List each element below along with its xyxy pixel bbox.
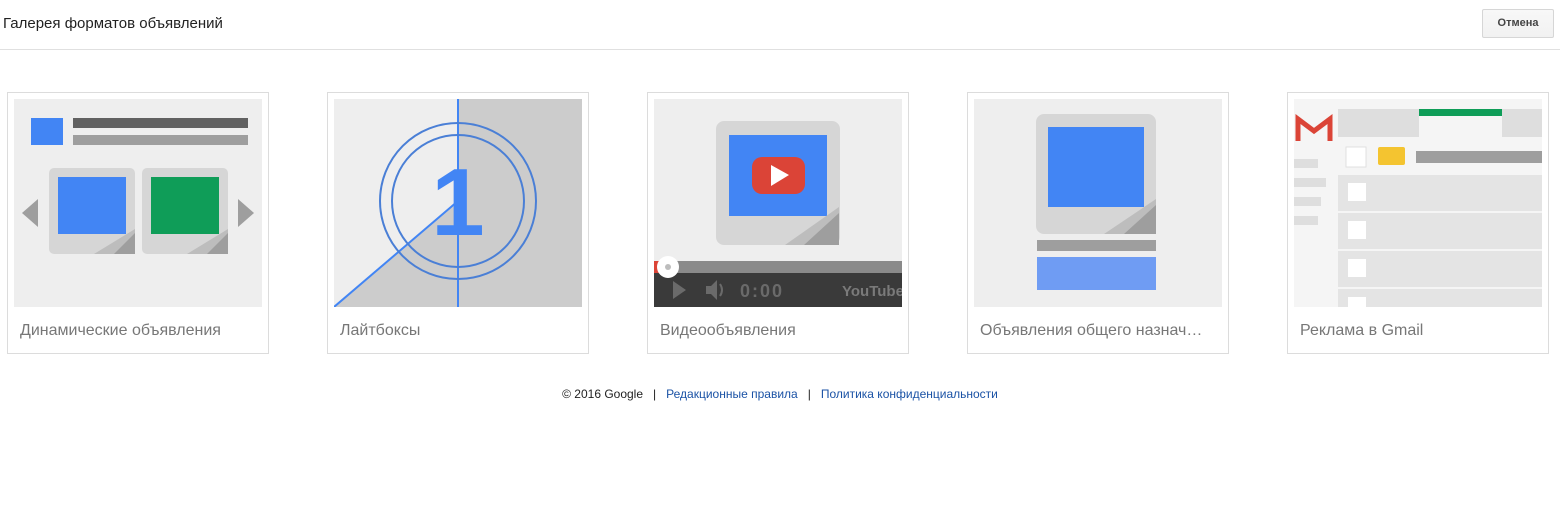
general-ads-illustration bbox=[974, 99, 1222, 307]
card-dynamic-ads[interactable]: Динамические объявления bbox=[7, 92, 269, 354]
card-video-ads[interactable]: 0:00 YouTube Видеообъявления bbox=[647, 92, 909, 354]
gmail-ads-illustration bbox=[1294, 99, 1542, 307]
card-label: Реклама в Gmail bbox=[1300, 322, 1424, 339]
editorial-policy-link[interactable]: Редакционные правила bbox=[666, 387, 798, 401]
card-label: Видеообъявления bbox=[660, 322, 796, 339]
lightbox-illustration: 1 bbox=[334, 99, 582, 307]
card-label: Лайтбоксы bbox=[340, 322, 421, 339]
copyright: © 2016 Google bbox=[562, 387, 644, 401]
card-label: Объявления общего назнач… bbox=[980, 322, 1203, 339]
card-label: Динамические объявления bbox=[20, 322, 221, 339]
video-time: 0:00 bbox=[740, 281, 784, 301]
top-bar: Галерея форматов объявлений Отмена bbox=[0, 0, 1560, 50]
video-ads-illustration: 0:00 YouTube bbox=[654, 99, 902, 307]
card-gmail-ads[interactable]: Реклама в Gmail bbox=[1287, 92, 1549, 354]
card-lightbox[interactable]: 1 Лайтбоксы bbox=[327, 92, 589, 354]
footer-separator: | bbox=[653, 387, 657, 401]
youtube-logo: YouTube bbox=[842, 283, 902, 300]
footer-separator: | bbox=[807, 387, 811, 401]
page-title: Галерея форматов объявлений bbox=[3, 15, 223, 32]
lightbox-digit: 1 bbox=[431, 149, 484, 256]
footer: © 2016 Google | Редакционные правила | Полит… bbox=[0, 387, 1560, 401]
privacy-policy-link[interactable]: Политика конфиденциальности bbox=[821, 387, 998, 401]
dynamic-ads-illustration bbox=[14, 99, 262, 307]
card-general-ads[interactable]: Объявления общего назнач… bbox=[967, 92, 1229, 354]
cancel-button[interactable]: Отмена bbox=[1482, 9, 1554, 38]
